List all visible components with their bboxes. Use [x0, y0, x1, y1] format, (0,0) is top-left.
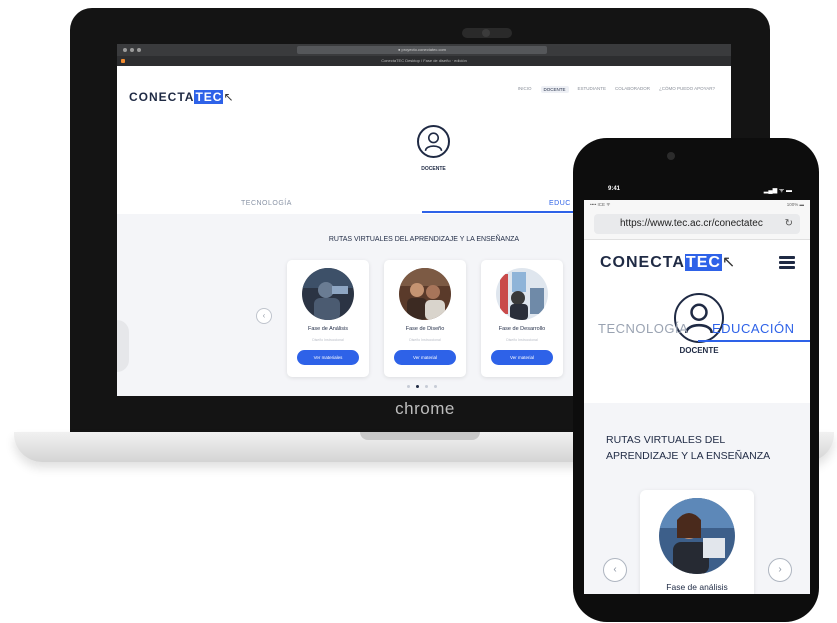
- window-controls[interactable]: [123, 48, 141, 52]
- card-fase-diseno[interactable]: Fase de Diseño Diseño Instruccional Ver …: [384, 260, 466, 377]
- section-heading: RUTAS VIRTUALES DEL APRENDIZAJE Y LA ENS…: [606, 432, 796, 464]
- pointer-cursor-icon: ↖: [223, 90, 235, 104]
- top-nav: INICIO DOCENTE ESTUDIANTE COLABORADOR ¿C…: [518, 86, 715, 93]
- browser-tab-title[interactable]: ConectaTEC Desktop / Fase de diseño · ed…: [381, 58, 467, 63]
- role-label: DOCENTE: [421, 166, 446, 172]
- browser-address-bar[interactable]: ● proyecto.conectatec.com: [297, 46, 547, 54]
- card-title: Fase de Diseño: [405, 326, 445, 332]
- side-edge-shadow: [117, 320, 129, 372]
- card-photo-diseno: [399, 268, 451, 320]
- browser-tab-strip: ConectaTEC Desktop / Fase de diseño · ed…: [117, 56, 731, 66]
- active-tab-indicator: [698, 340, 810, 342]
- laptop-camera-icon: [462, 28, 512, 38]
- card-subtitle: Diseño Instruccional: [312, 338, 344, 342]
- nav-item-estudiante[interactable]: ESTUDIANTE: [578, 86, 607, 93]
- nav-item-apoyar[interactable]: ¿CÓMO PUEDO APOYAR?: [659, 86, 715, 93]
- card-photo-analisis: [659, 498, 735, 574]
- nav-item-inicio[interactable]: INICIO: [518, 86, 532, 93]
- card-fase-desarrollo[interactable]: Fase de Desarrollo Diseño Instruccional …: [481, 260, 563, 377]
- tab-tecnologia[interactable]: TECNOLOGÍA: [241, 200, 292, 207]
- heading-line-1: RUTAS VIRTUALES DEL: [606, 434, 726, 446]
- conectatec-logo[interactable]: CONECTATEC↖: [129, 90, 235, 104]
- logo-main-text: CONECTA: [600, 254, 685, 271]
- card-photo-desarrollo: [496, 268, 548, 320]
- card-photo-analisis: [302, 268, 354, 320]
- conectatec-logo[interactable]: CONECTATEC↖: [600, 252, 736, 272]
- tab-tecnologia[interactable]: TECNOLOGÍA: [598, 321, 688, 336]
- hamburger-menu-icon[interactable]: [779, 256, 795, 269]
- ver-material-button[interactable]: Ver material: [491, 350, 553, 365]
- carousel-dots[interactable]: [407, 385, 437, 388]
- user-avatar-icon: [417, 125, 450, 158]
- card-title: Fase de Análisis: [307, 326, 349, 332]
- phone-camera-icon: [667, 152, 675, 160]
- card-subtitle: Diseño Instruccional: [506, 338, 538, 342]
- logo-highlight-text: TEC: [684, 254, 722, 271]
- ver-materiales-button[interactable]: Ver materiales: [297, 350, 359, 365]
- logo-highlight-text: TEC: [194, 90, 224, 104]
- nav-item-colaborador[interactable]: COLABORADOR: [615, 86, 650, 93]
- signal-battery-icon: ▂▄▆ ᯤ ▬: [763, 188, 792, 194]
- role-label: DOCENTE: [679, 346, 719, 355]
- pointer-cursor-icon: ↖: [721, 254, 737, 271]
- laptop-hinge-notch: [360, 432, 480, 440]
- mobile-url-text: https://www.tec.ac.cr/conectatec: [620, 218, 763, 229]
- mobile-address-bar[interactable]: https://www.tec.ac.cr/conectatec ↻: [594, 214, 800, 234]
- battery-label: 100% ▬: [786, 202, 804, 207]
- card-subtitle: Diseño Instruccional: [409, 338, 441, 342]
- logo-main-text: CONECTA: [129, 90, 195, 104]
- card-fase-analisis[interactable]: Fase de Análisis Diseño Instruccional Ve…: [287, 260, 369, 377]
- card-fase-analisis[interactable]: Fase de análisis: [640, 490, 754, 594]
- carousel-prev-button[interactable]: ‹: [603, 558, 627, 582]
- tab-educacion[interactable]: EDUC: [549, 200, 571, 207]
- status-time: 9:41: [608, 186, 621, 192]
- carrier-label: •••• ICE ᯤ: [590, 202, 611, 207]
- ver-material-button[interactable]: Ver material: [394, 350, 456, 365]
- nav-item-docente[interactable]: DOCENTE: [540, 86, 569, 93]
- card-title: Fase de análisis: [666, 582, 728, 592]
- phone-status-bar: 9:41 ▂▄▆ ᯤ ▬: [584, 182, 810, 200]
- browser-toolbar: ● proyecto.conectatec.com: [117, 44, 731, 56]
- phone-screen: 9:41 ▂▄▆ ᯤ ▬ •••• ICE ᯤ 100% ▬ https://w…: [584, 182, 810, 594]
- heading-line-2: APRENDIZAJE Y LA ENSEÑANZA: [606, 450, 771, 462]
- card-title: Fase de Desarrollo: [498, 326, 546, 332]
- chromebook-brand-label: chrome: [395, 399, 455, 418]
- mobile-browser-bar: •••• ICE ᯤ 100% ▬ https://www.tec.ac.cr/…: [584, 200, 810, 240]
- carousel-prev-button[interactable]: ‹: [256, 308, 272, 324]
- favicon-icon: [121, 59, 125, 63]
- tab-educacion[interactable]: EDUCACIÓN: [712, 321, 795, 336]
- carousel-next-button[interactable]: ›: [768, 558, 792, 582]
- reload-icon[interactable]: ↻: [785, 214, 793, 234]
